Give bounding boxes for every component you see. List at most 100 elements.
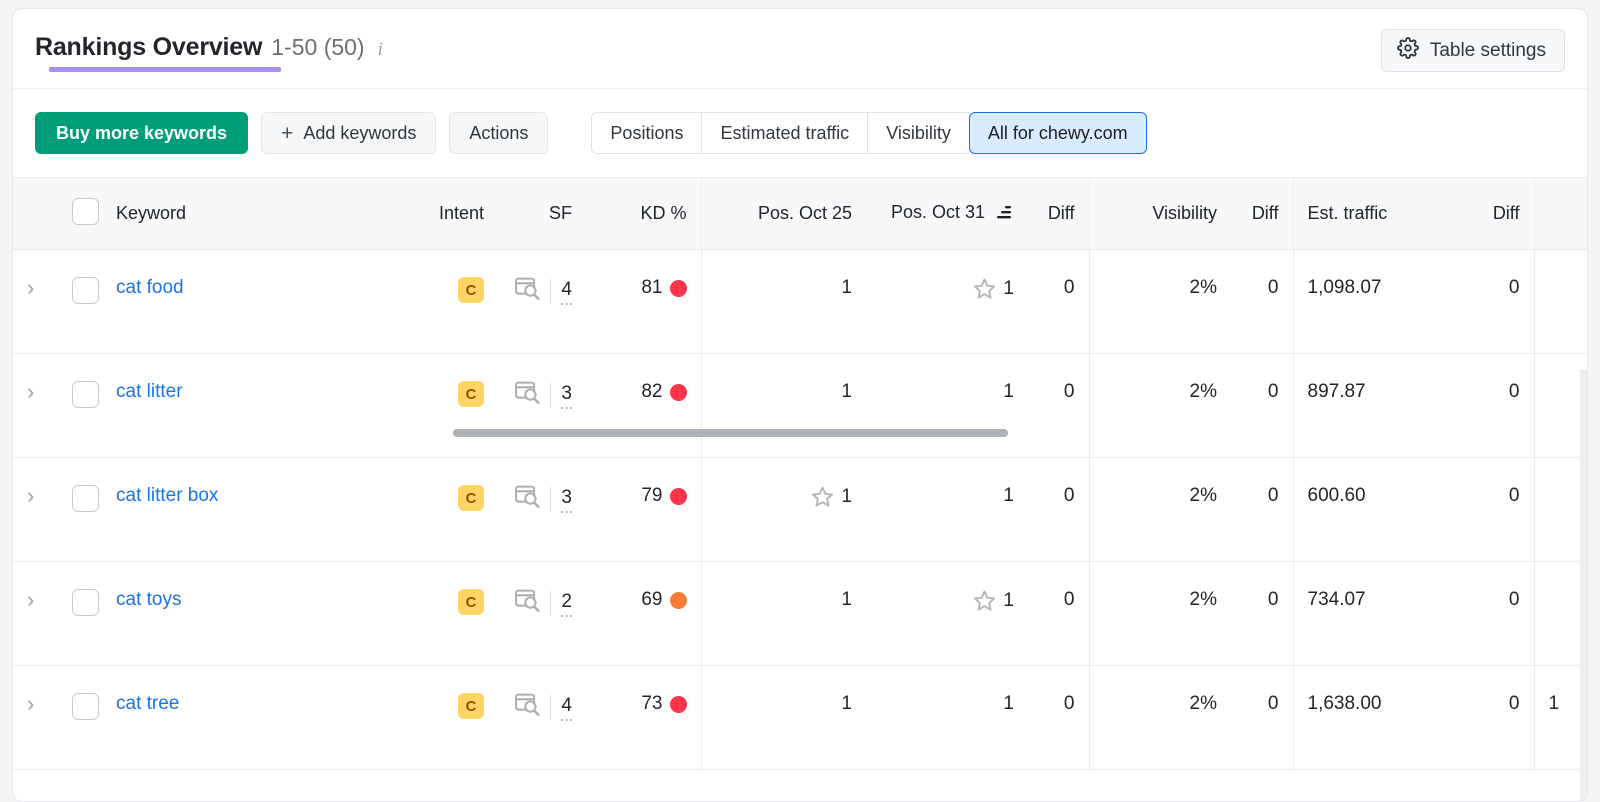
intent-badge[interactable]: C xyxy=(458,485,484,511)
pos-oct-25-value: 1 xyxy=(841,277,852,298)
intent-cell: C xyxy=(422,561,498,666)
th-intent[interactable]: Intent xyxy=(422,177,498,250)
keyword-link[interactable]: cat food xyxy=(116,277,184,298)
table-row[interactable]: › cat litter C 3 82 1 1 0 2% 0 897.87 0 xyxy=(13,353,1587,458)
est-traffic-cell: 734.07 xyxy=(1292,561,1458,666)
search-feature-icon[interactable] xyxy=(515,589,540,618)
keyword-cell: cat litter xyxy=(102,353,422,458)
th-pos-oct-25[interactable]: Pos. Oct 25 xyxy=(700,177,866,250)
tab-visibility[interactable]: Visibility xyxy=(867,112,969,154)
kd-difficulty-dot xyxy=(669,695,687,713)
sf-divider xyxy=(550,591,552,616)
row-expand-cell[interactable]: › xyxy=(13,353,58,458)
row-checkbox[interactable] xyxy=(72,589,99,616)
sf-cell: 2 xyxy=(498,561,586,666)
intent-badge[interactable]: C xyxy=(458,381,484,407)
vertical-scrollbar[interactable] xyxy=(1580,369,1587,801)
sf-count[interactable]: 3 xyxy=(561,487,572,513)
intent-badge[interactable]: C xyxy=(458,693,484,719)
table-settings-button[interactable]: Table settings xyxy=(1380,29,1565,72)
th-visibility[interactable]: Visibility xyxy=(1088,177,1231,250)
th-diff-position[interactable]: Diff xyxy=(1028,177,1089,250)
keyword-link[interactable]: cat litter box xyxy=(116,485,218,506)
th-pos-oct-31-label: Pos. Oct 31 xyxy=(890,202,985,222)
tab-positions[interactable]: Positions xyxy=(591,112,702,154)
pos-oct-25-cell: 1 xyxy=(700,353,866,458)
th-sf[interactable]: SF xyxy=(498,177,586,250)
th-select-all xyxy=(58,177,102,250)
search-feature-icon[interactable] xyxy=(515,693,540,722)
kd-cell: 82 xyxy=(586,353,701,458)
diff-visibility-cell: 0 xyxy=(1231,561,1293,666)
sf-count[interactable]: 3 xyxy=(561,383,572,409)
pos-oct-31-cell: 1 xyxy=(866,665,1028,770)
row-expand-cell[interactable]: › xyxy=(13,249,58,354)
sf-count[interactable]: 2 xyxy=(561,591,572,617)
th-diff-traffic[interactable]: Diff xyxy=(1458,177,1534,250)
chevron-right-icon[interactable]: › xyxy=(27,275,34,300)
horizontal-scrollbar[interactable] xyxy=(453,429,1008,437)
kd-value: 79 xyxy=(641,485,663,506)
pos-oct-25-cell: 1 xyxy=(700,665,866,770)
intent-cell: C xyxy=(422,457,498,562)
row-select-cell[interactable] xyxy=(58,353,102,458)
kd-cell: 79 xyxy=(586,457,701,562)
kd-value: 82 xyxy=(641,381,663,402)
table-row[interactable]: › cat tree C 4 73 1 1 0 2% 0 1,638.00 0 1 xyxy=(13,665,1587,770)
row-expand-cell[interactable]: › xyxy=(13,561,58,666)
th-est-traffic[interactable]: Est. traffic xyxy=(1292,177,1458,250)
pos-oct-25-cell: 1 xyxy=(700,457,866,562)
rankings-overview-card: Rankings Overview 1-50 (50) i Table sett… xyxy=(12,8,1588,802)
info-icon[interactable]: i xyxy=(378,39,383,61)
plus-icon: + xyxy=(281,121,294,145)
row-checkbox[interactable] xyxy=(72,277,99,304)
chevron-right-icon[interactable]: › xyxy=(27,587,34,612)
row-checkbox[interactable] xyxy=(72,381,99,408)
diff-position-cell: 0 xyxy=(1028,249,1089,354)
sf-count[interactable]: 4 xyxy=(561,279,572,305)
sf-count[interactable]: 4 xyxy=(561,695,572,721)
table-row[interactable]: › cat litter box C 3 79 1 1 0 2% 0 600.60 0 xyxy=(13,457,1587,562)
pos-oct-25-value: 1 xyxy=(841,485,852,507)
row-checkbox[interactable] xyxy=(72,485,99,512)
chevron-right-icon[interactable]: › xyxy=(27,379,34,404)
th-kd[interactable]: KD % xyxy=(586,177,701,250)
intent-badge[interactable]: C xyxy=(458,277,484,303)
keyword-link[interactable]: cat tree xyxy=(116,693,179,714)
row-expand-cell[interactable]: › xyxy=(13,665,58,770)
select-all-checkbox[interactable] xyxy=(72,197,99,225)
table-row[interactable]: › cat toys C 2 69 1 1 0 2% 0 734.07 0 xyxy=(13,561,1587,666)
th-keyword[interactable]: Keyword xyxy=(102,177,422,250)
sf-cell: 3 xyxy=(498,353,586,458)
actions-button[interactable]: Actions xyxy=(449,112,549,154)
row-expand-cell[interactable]: › xyxy=(13,457,58,562)
tab-estimated-traffic[interactable]: Estimated traffic xyxy=(701,112,868,154)
rankings-table-wrap: Keyword Intent SF KD % Pos. Oct 25 Pos. … xyxy=(13,177,1587,801)
search-feature-icon[interactable] xyxy=(515,485,540,514)
title-underline-accent xyxy=(49,67,281,72)
th-pos-oct-31[interactable]: Pos. Oct 31 xyxy=(866,177,1028,250)
diff-traffic-cell: 0 xyxy=(1458,353,1534,458)
table-row[interactable]: › cat food C 4 81 1 1 0 2% 0 1,098.07 0 xyxy=(13,249,1587,354)
keyword-link[interactable]: cat toys xyxy=(116,589,181,610)
search-feature-icon[interactable] xyxy=(515,277,540,306)
sf-divider xyxy=(550,383,552,408)
chevron-right-icon[interactable]: › xyxy=(27,483,34,508)
kd-difficulty-dot xyxy=(669,591,687,609)
row-select-cell[interactable] xyxy=(58,457,102,562)
keyword-link[interactable]: cat litter xyxy=(116,381,183,402)
page-title: Rankings Overview xyxy=(35,33,263,61)
buy-more-keywords-button[interactable]: Buy more keywords xyxy=(35,112,249,154)
intent-badge[interactable]: C xyxy=(458,589,484,615)
row-select-cell[interactable] xyxy=(58,561,102,666)
row-select-cell[interactable] xyxy=(58,665,102,770)
tab-all-for-domain[interactable]: All for chewy.com xyxy=(968,112,1147,154)
pos-oct-25-cell: 1 xyxy=(700,561,866,666)
row-checkbox[interactable] xyxy=(72,693,99,720)
chevron-right-icon[interactable]: › xyxy=(27,691,34,716)
search-feature-icon[interactable] xyxy=(515,381,540,410)
row-select-cell[interactable] xyxy=(58,249,102,354)
th-diff-visibility[interactable]: Diff xyxy=(1231,177,1293,250)
pos-oct-25-value: 1 xyxy=(841,381,852,402)
add-keywords-button[interactable]: + Add keywords xyxy=(261,112,437,154)
